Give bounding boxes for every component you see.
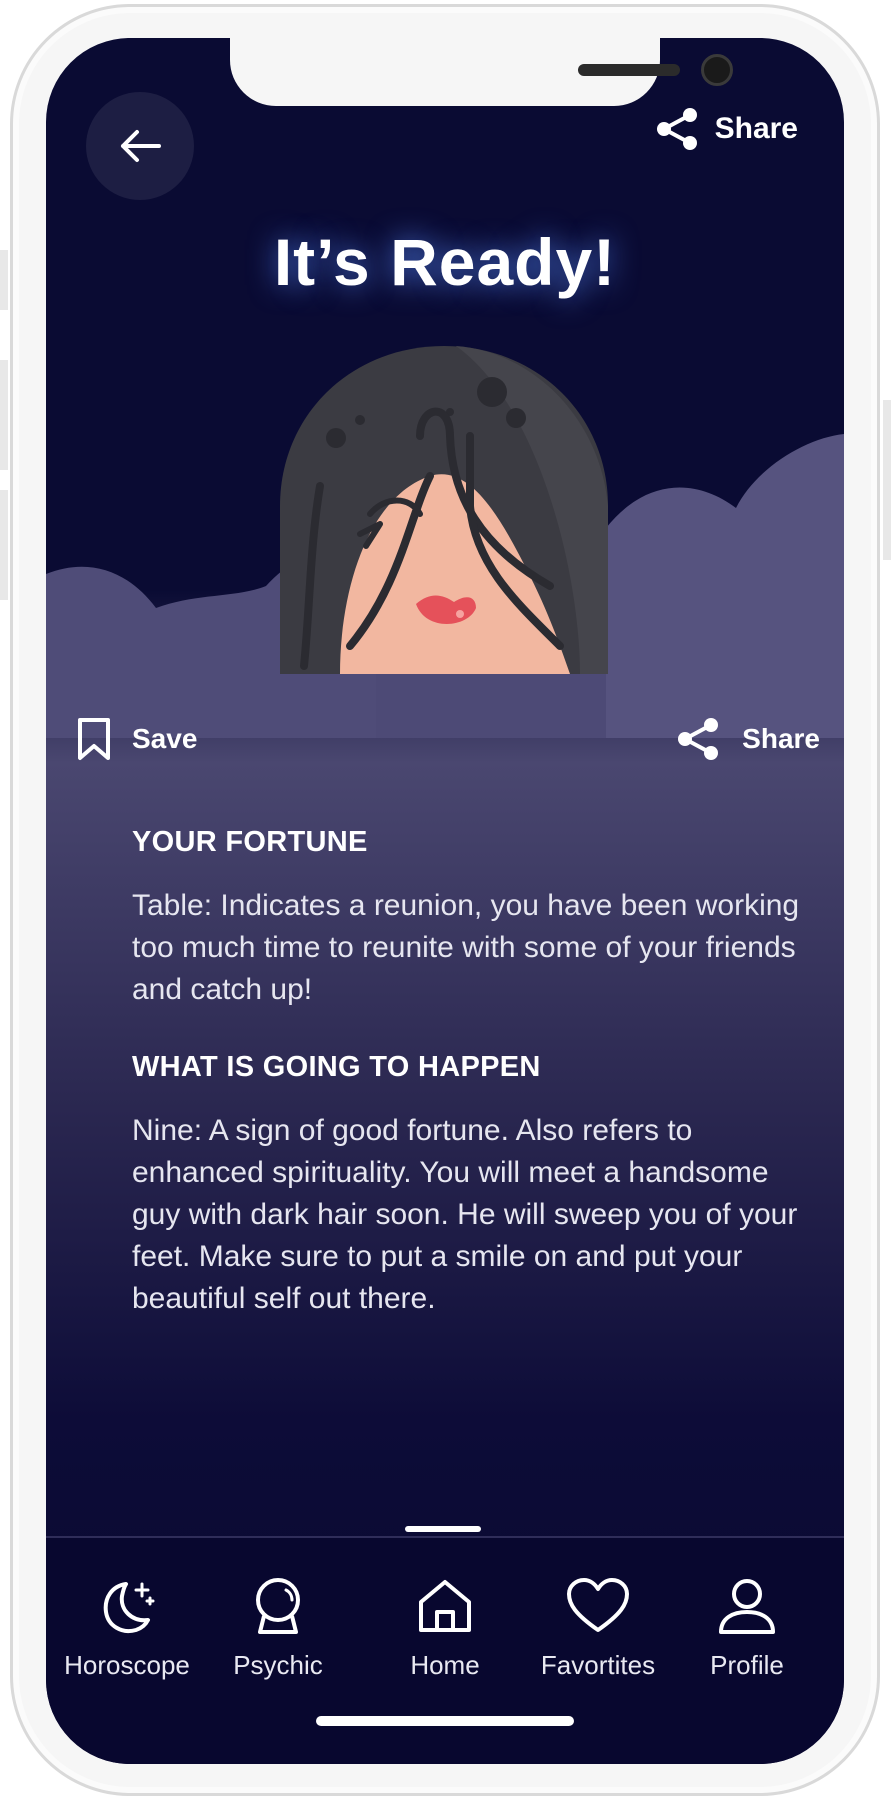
section-text: Nine: A sign of good fortune. Also refer… bbox=[132, 1114, 798, 1315]
tab-horoscope[interactable]: Horoscope bbox=[52, 1576, 202, 1681]
tab-label: Home bbox=[410, 1650, 480, 1680]
bottom-tab-bar: Horoscope Psychic Home Favortites Profil… bbox=[46, 1526, 844, 1764]
crystal-ball-icon bbox=[256, 1578, 300, 1634]
header-share-button[interactable]: Share bbox=[655, 106, 798, 152]
arrow-left-icon bbox=[121, 130, 161, 162]
share-label: Share bbox=[742, 723, 820, 754]
share-icon bbox=[656, 108, 697, 150]
device-notch bbox=[230, 38, 733, 106]
tab-label: Horoscope bbox=[64, 1650, 190, 1680]
speaker bbox=[578, 64, 680, 76]
psychic-avatar-illustration bbox=[280, 346, 608, 674]
share-button[interactable]: Share bbox=[676, 716, 820, 762]
tab-profile[interactable]: Profile bbox=[672, 1576, 822, 1681]
home-indicator bbox=[316, 1716, 574, 1726]
front-camera bbox=[701, 54, 733, 86]
share-icon bbox=[678, 718, 719, 760]
section-heading: YOUR FORTUNE bbox=[132, 826, 368, 858]
side-button bbox=[0, 250, 8, 310]
section-text: Table: Indicates a reunion, you have bee… bbox=[132, 889, 800, 1006]
home-icon bbox=[419, 1580, 471, 1632]
tab-psychic[interactable]: Psychic bbox=[203, 1576, 353, 1681]
tab-home[interactable]: Home bbox=[370, 1576, 520, 1681]
save-button[interactable]: Save bbox=[76, 716, 197, 762]
moon-stars-icon bbox=[103, 1582, 155, 1633]
tab-label: Favortites bbox=[540, 1650, 656, 1680]
side-button bbox=[0, 490, 8, 600]
side-button bbox=[883, 400, 891, 560]
app-screen: Share It’s Ready! Save Share YOUR FORTUN… bbox=[46, 38, 844, 1764]
save-label: Save bbox=[132, 723, 198, 754]
tab-favorites[interactable]: Favortites bbox=[523, 1576, 673, 1681]
back-button[interactable] bbox=[86, 92, 194, 200]
bookmark-icon bbox=[78, 718, 110, 760]
page-title: It’s Ready! bbox=[273, 225, 617, 299]
heart-icon bbox=[567, 1578, 629, 1632]
header-share-label: Share bbox=[714, 112, 798, 145]
section-heading: WHAT IS GOING TO HAPPEN bbox=[132, 1051, 541, 1083]
user-icon bbox=[719, 1579, 775, 1634]
active-tab-indicator bbox=[405, 1526, 481, 1532]
side-button bbox=[0, 360, 8, 470]
tab-label: Psychic bbox=[233, 1650, 323, 1680]
fortune-content: YOUR FORTUNE Table: Indicates a reunion,… bbox=[132, 826, 802, 1360]
tab-label: Profile bbox=[710, 1650, 784, 1680]
